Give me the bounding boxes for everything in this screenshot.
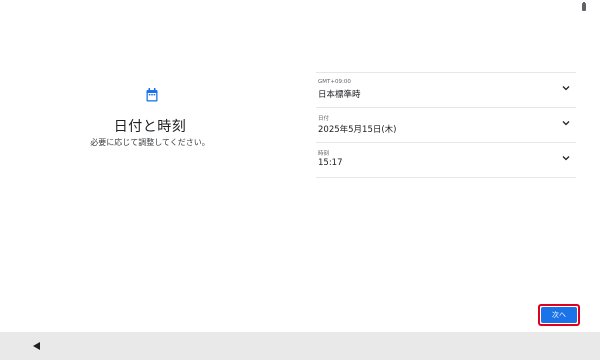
- calendar-icon: [146, 88, 158, 102]
- date-value: 2025年5月15日(木): [318, 125, 397, 135]
- page-title: 日付と時刻: [113, 119, 187, 135]
- time-value: 15:17: [318, 158, 343, 168]
- chevron-down-icon[interactable]: [562, 120, 570, 126]
- page-subtitle: 必要に応じて調整してください。: [90, 138, 210, 147]
- navigation-bar: [0, 332, 600, 360]
- chevron-down-icon[interactable]: [562, 85, 570, 91]
- time-zone-label: GMT+09:00: [318, 79, 351, 85]
- date-row[interactable]: 日付 2025年5月15日(木): [316, 107, 576, 142]
- next-button[interactable]: 次へ: [538, 304, 580, 326]
- time-row[interactable]: 時刻 15:17: [316, 142, 576, 178]
- back-triangle-icon[interactable]: [33, 342, 40, 350]
- time-label: 時刻: [318, 151, 330, 157]
- time-zone-row[interactable]: GMT+09:00 日本標準時: [316, 72, 576, 107]
- chevron-down-icon[interactable]: [562, 155, 570, 161]
- battery-icon: [582, 2, 586, 11]
- time-zone-value: 日本標準時: [318, 90, 361, 100]
- setup-screen: 日付と時刻 必要に応じて調整してください。 GMT+09:00 日本標準時 日付…: [0, 0, 600, 360]
- settings-list: GMT+09:00 日本標準時 日付 2025年5月15日(木) 時刻 15:1…: [316, 72, 576, 178]
- next-button-label: 次へ: [541, 307, 577, 323]
- date-label: 日付: [318, 116, 330, 122]
- left-panel: 日付と時刻 必要に応じて調整してください。: [0, 0, 300, 332]
